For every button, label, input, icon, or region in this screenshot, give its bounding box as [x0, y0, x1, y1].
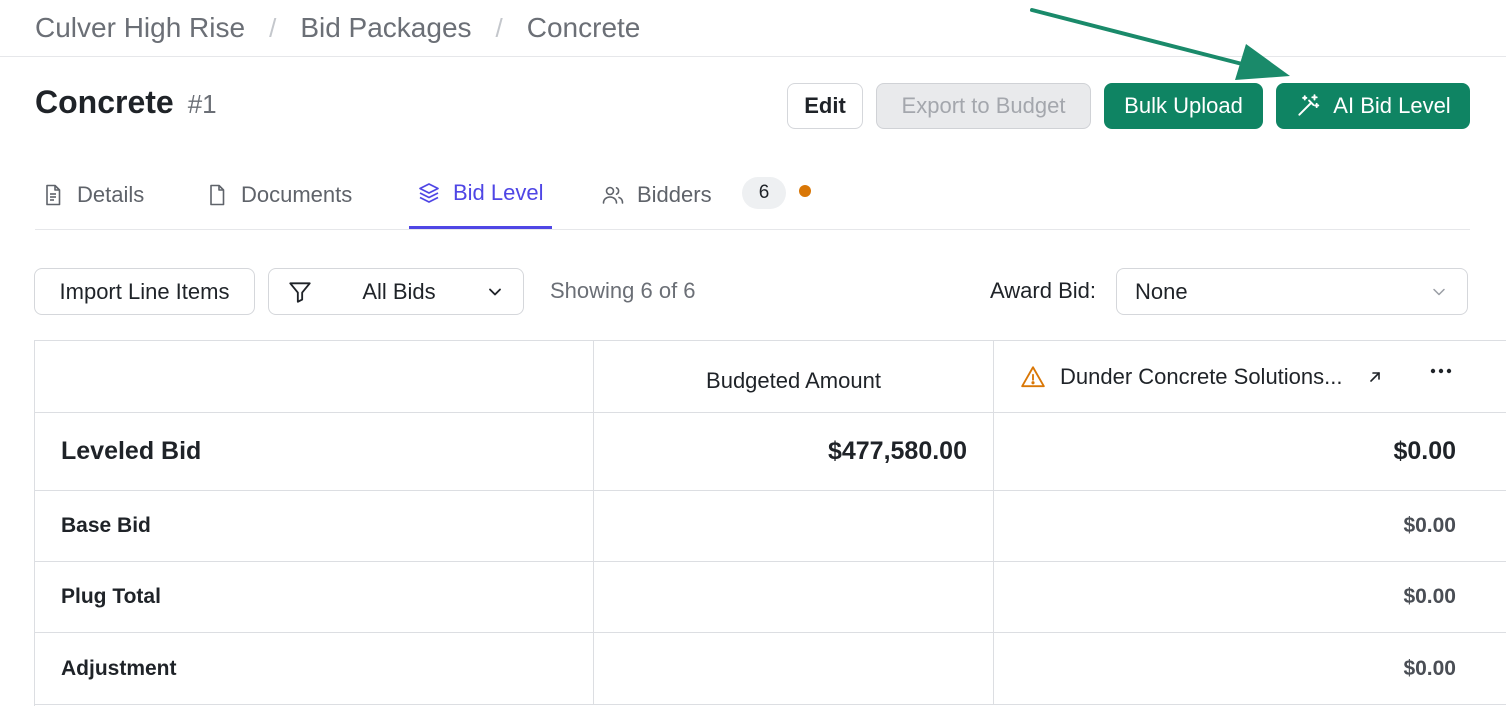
row-label-base-bid: Base Bid	[35, 491, 594, 562]
award-bid-select[interactable]: None	[1116, 268, 1468, 315]
breadcrumb-item-bid-packages[interactable]: Bid Packages	[300, 12, 471, 44]
ai-bid-level-label: AI Bid Level	[1333, 93, 1451, 118]
filter-icon	[289, 281, 311, 303]
tab-bid-level-label: Bid Level	[453, 180, 544, 205]
tab-bar: Details Documents Bid Level Bidders 6	[35, 160, 1470, 230]
more-options-icon[interactable]	[1430, 367, 1452, 375]
showing-count: Showing 6 of 6	[550, 278, 696, 303]
title-row: Concrete #1	[35, 84, 217, 128]
breadcrumb: Culver High Rise / Bid Packages / Concre…	[35, 8, 640, 48]
package-number: #1	[187, 89, 217, 119]
cell-budgeted-base-bid[interactable]	[594, 491, 994, 562]
tab-details-label: Details	[77, 181, 145, 207]
breadcrumb-item-project[interactable]: Culver High Rise	[35, 12, 245, 44]
cell-bidder-base-bid[interactable]: $0.00	[994, 491, 1506, 562]
tab-bid-level[interactable]: Bid Level	[409, 160, 552, 229]
column-header-budgeted: Budgeted Amount	[594, 341, 994, 413]
annotation-arrow-icon	[1030, 8, 1290, 80]
bidders-count-badge: 6	[742, 177, 786, 209]
cell-budgeted-adjustment[interactable]	[594, 633, 994, 705]
breadcrumb-item-current: Concrete	[526, 12, 641, 43]
breadcrumb-separator: /	[495, 12, 503, 43]
magic-wand-icon	[1298, 94, 1320, 116]
breadcrumb-separator: /	[269, 12, 277, 43]
chevron-down-icon	[489, 288, 501, 295]
row-label-leveled-bid: Leveled Bid	[35, 413, 594, 491]
external-link-icon[interactable]	[1367, 369, 1383, 385]
award-bid-label: Award Bid:	[990, 278, 1096, 303]
bids-filter-dropdown[interactable]: All Bids	[268, 268, 524, 315]
cell-bidder-adjustment[interactable]: $0.00	[994, 633, 1506, 705]
bid-level-table: Budgeted Amount Dunder Concrete Solution…	[34, 340, 1506, 706]
notification-dot	[799, 185, 811, 197]
chevron-down-icon	[1433, 288, 1445, 295]
edit-button[interactable]: Edit	[787, 83, 863, 129]
tab-documents[interactable]: Documents	[205, 160, 352, 229]
page-title: Concrete	[35, 84, 174, 120]
cell-budgeted-leveled-bid: $477,580.00	[594, 413, 994, 491]
tab-bidders-label: Bidders	[637, 181, 712, 207]
bidder-name[interactable]: Dunder Concrete Solutions...	[1060, 364, 1343, 390]
import-line-items-button[interactable]: Import Line Items	[34, 268, 255, 315]
row-label-plug-total: Plug Total	[35, 562, 594, 633]
row-label-adjustment: Adjustment	[35, 633, 594, 705]
file-icon	[210, 184, 225, 205]
award-bid-value: None	[1135, 278, 1188, 304]
cell-bidder-leveled-bid: $0.00	[994, 413, 1506, 491]
warning-icon	[1021, 365, 1045, 387]
table-header-empty	[35, 341, 594, 413]
column-header-bidder: Dunder Concrete Solutions...	[994, 341, 1506, 413]
users-icon	[602, 186, 624, 204]
document-icon	[46, 184, 61, 205]
tab-documents-label: Documents	[241, 181, 353, 207]
tab-bidders[interactable]: Bidders	[601, 160, 712, 229]
tab-details[interactable]: Details	[41, 160, 144, 229]
cell-bidder-plug-total[interactable]: $0.00	[994, 562, 1506, 633]
layers-icon	[419, 183, 439, 203]
cell-budgeted-plug-total[interactable]	[594, 562, 994, 633]
filter-label: All Bids	[362, 278, 436, 304]
